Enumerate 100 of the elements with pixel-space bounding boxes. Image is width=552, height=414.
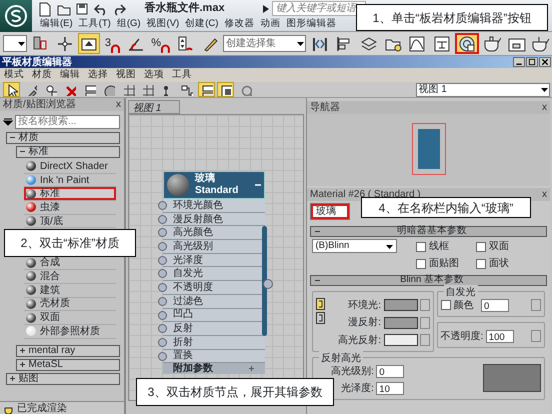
menu-item[interactable]: 选项 [140, 68, 168, 82]
close-button[interactable]: x [116, 97, 121, 112]
number-field[interactable]: 0 [376, 364, 404, 378]
highlight-graph [483, 364, 541, 392]
snap-toggle[interactable]: 3 [102, 33, 122, 54]
new-file-icon[interactable] [37, 0, 53, 16]
rollout-header[interactable]: 明暗器基本参数 [310, 226, 547, 237]
rollout-header[interactable]: Blinn 基本参数 [310, 275, 547, 286]
spinner-snap-icon [176, 34, 194, 52]
minimize-icon[interactable] [513, 57, 525, 67]
material-item[interactable]: 建筑 [24, 284, 116, 298]
pick-icon [44, 83, 56, 96]
menu-item[interactable]: 选择 [84, 68, 112, 82]
expand-arrow-icon[interactable] [262, 4, 270, 14]
navigator-preview [418, 128, 440, 168]
app-logo-icon [4, 4, 28, 28]
node-type: Standard [195, 185, 240, 197]
panel-title: 导航器 [310, 100, 340, 114]
menu-item[interactable]: 模式 [0, 68, 28, 82]
name-field[interactable]: 玻璃 [310, 203, 350, 220]
menu-item[interactable]: 工具(T) [76, 16, 114, 32]
frame-button[interactable] [217, 82, 234, 97]
slate-editor-button[interactable] [455, 33, 479, 54]
slot-label: 不透明度 [173, 280, 213, 295]
shader-dropdown[interactable]: (B)Blinn [312, 239, 397, 253]
panel-title: 材质/贴图浏览器 [3, 98, 76, 112]
checkbox-option[interactable]: 面状 [476, 256, 536, 271]
checkbox-option[interactable]: 颜色 [440, 298, 474, 312]
dropdown[interactable] [3, 35, 27, 52]
slot-label: 凹凸 [173, 308, 193, 322]
slot-label: 高光级别 [173, 240, 213, 254]
file-title: 香水瓶文件.max [144, 0, 225, 16]
checkbox-option[interactable]: 双面 [476, 239, 536, 254]
view-frame[interactable] [412, 122, 446, 174]
layout-icon [82, 83, 96, 96]
group-header[interactable]: 贴图 [6, 372, 120, 385]
snap-toggle[interactable]: % [149, 33, 172, 54]
color-swatch[interactable] [384, 316, 418, 328]
menu-item[interactable]: 动画 [257, 16, 284, 32]
checkbox-option[interactable]: 面贴图 [416, 256, 476, 271]
close-button[interactable]: x [542, 100, 547, 114]
caret-icon [16, 39, 26, 48]
material-item[interactable]: 标准 [24, 187, 116, 202]
group-header[interactable]: 标准 [16, 146, 120, 158]
maximize-icon[interactable] [526, 57, 538, 67]
delete-icon [63, 83, 76, 96]
filter-menu-icon[interactable] [2, 116, 12, 126]
menu-item[interactable]: 工具 [168, 68, 196, 82]
close-icon[interactable] [539, 57, 551, 67]
search-field[interactable]: 按名称搜索... [15, 114, 120, 128]
group-header[interactable]: mental ray [16, 344, 120, 357]
schematic-icon [432, 34, 451, 52]
material-node[interactable]: 玻璃 Standard 环境光颜色 漫反射颜色 高光颜色 高光级别 光泽度 自发光 不透明度 过滤色 凹凸 反射 折射 置换 附加参数 [157, 171, 273, 374]
view-tab[interactable]: 视图 1 [128, 100, 180, 114]
number-field[interactable]: 100 [486, 330, 514, 342]
material-item[interactable]: 虫漆 [24, 201, 116, 215]
group-title: 反射高光 [319, 350, 363, 366]
layers-icon [360, 34, 378, 52]
material-item[interactable]: 外部参照材质 [24, 324, 116, 339]
number-field[interactable]: 10 [376, 382, 404, 395]
caret-icon [296, 39, 306, 48]
material-item[interactable]: 混合 [24, 270, 116, 284]
color-swatch[interactable] [384, 299, 418, 311]
number-field[interactable]: 0 [481, 298, 509, 312]
menu-item[interactable]: 视图 [112, 68, 140, 82]
material-item[interactable]: 壳材质 [24, 298, 116, 312]
lock-toggle-icon[interactable] [316, 312, 325, 324]
menu-item[interactable]: 图形编辑器 [283, 16, 340, 32]
view-dropdown[interactable]: 视图 1 [416, 82, 550, 96]
material-item[interactable]: 双面 [24, 311, 116, 325]
menu-item[interactable]: 编辑(E) [37, 16, 76, 32]
checkbox-option[interactable]: 线框 [416, 239, 476, 254]
menu-item[interactable]: 组(G) [114, 16, 144, 32]
magnet-icon [161, 44, 170, 53]
save-icon[interactable] [74, 0, 90, 16]
menu-item[interactable]: 视图(V) [144, 16, 182, 32]
group-header[interactable]: MetaSL [16, 358, 120, 371]
parameter-bar[interactable]: 附加参数 [163, 363, 265, 374]
move-icon [56, 34, 74, 52]
selection-set-dropdown[interactable]: 创建选择集 [223, 35, 306, 52]
window-title: 平板材质编辑器 [2, 56, 73, 69]
output-socket[interactable] [263, 279, 273, 289]
magnet-icon [110, 44, 120, 53]
select-button[interactable] [78, 33, 100, 54]
menu-item[interactable]: 材质 [28, 68, 56, 82]
close-button[interactable]: x [542, 187, 547, 202]
search-field[interactable]: 键入关键字或短语 [272, 1, 366, 16]
slot-label: 折射 [173, 336, 193, 350]
color-swatch[interactable] [384, 334, 418, 346]
pointer-button[interactable] [2, 82, 20, 97]
layout-button[interactable] [198, 82, 214, 97]
lock-toggle-icon[interactable] [316, 298, 325, 310]
material-item[interactable]: DirectX Shader [24, 160, 116, 174]
teapot-icon [532, 34, 550, 52]
swatch-label: 环境光: [348, 298, 381, 312]
material-item[interactable]: 顶/底 [24, 214, 116, 228]
menu-item[interactable]: 修改器 [221, 16, 258, 32]
menu-item[interactable]: 创建(C) [182, 16, 222, 32]
group-header[interactable]: 材质 [6, 132, 120, 144]
menu-item[interactable]: 编辑 [56, 68, 84, 82]
